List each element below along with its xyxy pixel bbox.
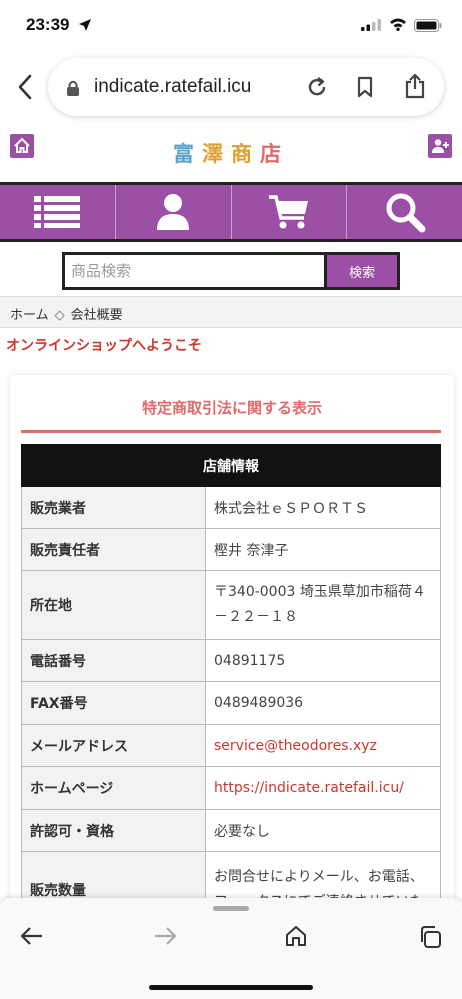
title-char-3: 商 [231,142,260,166]
back-arrow-icon[interactable] [20,925,44,947]
browser-back-icon[interactable] [14,72,36,102]
table-header: 店舗情報 [21,444,441,487]
row-key: 電話番号 [21,639,206,682]
home-icon[interactable] [285,925,307,947]
wifi-icon [390,18,406,31]
search-button[interactable]: 検索 [327,255,397,287]
table-row: 許認可・資格 必要なし [21,809,441,852]
toolbar-grabber[interactable] [213,906,249,911]
search-input[interactable] [65,255,327,287]
nav-menu[interactable] [0,185,116,239]
row-value: 株式会社ｅＳＰＯＲＴＳ [205,486,441,529]
table-row: 販売業者 株式会社ｅＳＰＯＲＴＳ [21,486,441,529]
row-value: 0489489036 [205,681,441,725]
breadcrumb-current: 会社概要 [70,308,123,323]
title-char-2: 澤 [202,142,231,166]
user-add-button[interactable] [428,134,452,158]
row-value: 樫井 奈津子 [205,528,441,571]
row-value: 〒340-0003 埼玉県草加市稲荷４－２２－１８ [205,570,441,640]
breadcrumb: ホーム ◇ 会社概要 [0,296,462,328]
browser-toolbar [0,898,462,999]
row-key: 所在地 [21,570,206,640]
store-info-table: 店舗情報 販売業者 株式会社ｅＳＰＯＲＴＳ 販売責任者 樫井 奈津子 所在地 〒340… [21,444,441,928]
nav-cart[interactable] [232,185,348,239]
status-bar: 23:39 [0,0,462,52]
homepage-link[interactable]: https://indicate.ratefail.icu/ [205,766,441,810]
battery-icon [414,19,442,32]
share-icon[interactable] [404,73,426,99]
title-char-4: 店 [260,142,289,166]
table-row: メールアドレス service@theodores.xyz [21,724,441,767]
cart-icon [268,195,308,229]
title-char-1: 富 [173,142,202,166]
table-row: 所在地 〒340-0003 埼玉県草加市稲荷４－２２－１８ [21,570,441,640]
row-key: 販売責任者 [21,528,206,571]
cellular-signal-icon [361,19,381,31]
row-key: メールアドレス [21,724,206,767]
table-row: FAX番号 0489489036 [21,681,441,725]
row-value: 必要なし [205,809,441,852]
row-key: ホームページ [21,766,206,810]
status-time: 23:39 [26,15,70,34]
user-add-icon [432,139,449,153]
bookmark-icon[interactable] [355,76,375,98]
table-row: ホームページ https://indicate.ratefail.icu/ [21,766,441,810]
table-row: 電話番号 04891175 [21,639,441,682]
panel-title: 特定商取引法に関する表示 [141,399,322,417]
site-title[interactable]: 富澤商店 [0,138,462,168]
row-key: FAX番号 [21,681,206,725]
row-key: 販売業者 [21,486,206,529]
breadcrumb-home[interactable]: ホーム [10,308,49,323]
user-icon [157,194,190,230]
main-nav [0,182,462,242]
tabs-icon[interactable] [418,925,442,949]
nav-account[interactable] [116,185,232,239]
row-value: 04891175 [205,639,441,682]
url-text[interactable]: indicate.ratefail.icu [94,76,251,98]
product-search: 検索 [62,252,400,290]
welcome-message: オンラインショップへようこそ [6,338,202,354]
list-icon [34,196,81,228]
breadcrumb-separator: ◇ [54,308,65,323]
title-divider [21,430,441,433]
legal-info-panel: 特定商取引法に関する表示 店舗情報 販売業者 株式会社ｅＳＰＯＲＴＳ 販売責任者樫… [10,375,454,935]
home-indicator [149,985,313,990]
search-icon [386,193,426,233]
location-arrow-icon [79,19,91,31]
forward-arrow-icon[interactable] [153,925,177,947]
email-link[interactable]: service@theodores.xyz [205,724,441,767]
lock-icon [67,80,79,96]
reload-icon[interactable] [306,76,328,98]
row-key: 許認可・資格 [21,809,206,852]
table-row: 販売責任者 樫井 奈津子 [21,528,441,571]
nav-search[interactable] [347,185,462,239]
